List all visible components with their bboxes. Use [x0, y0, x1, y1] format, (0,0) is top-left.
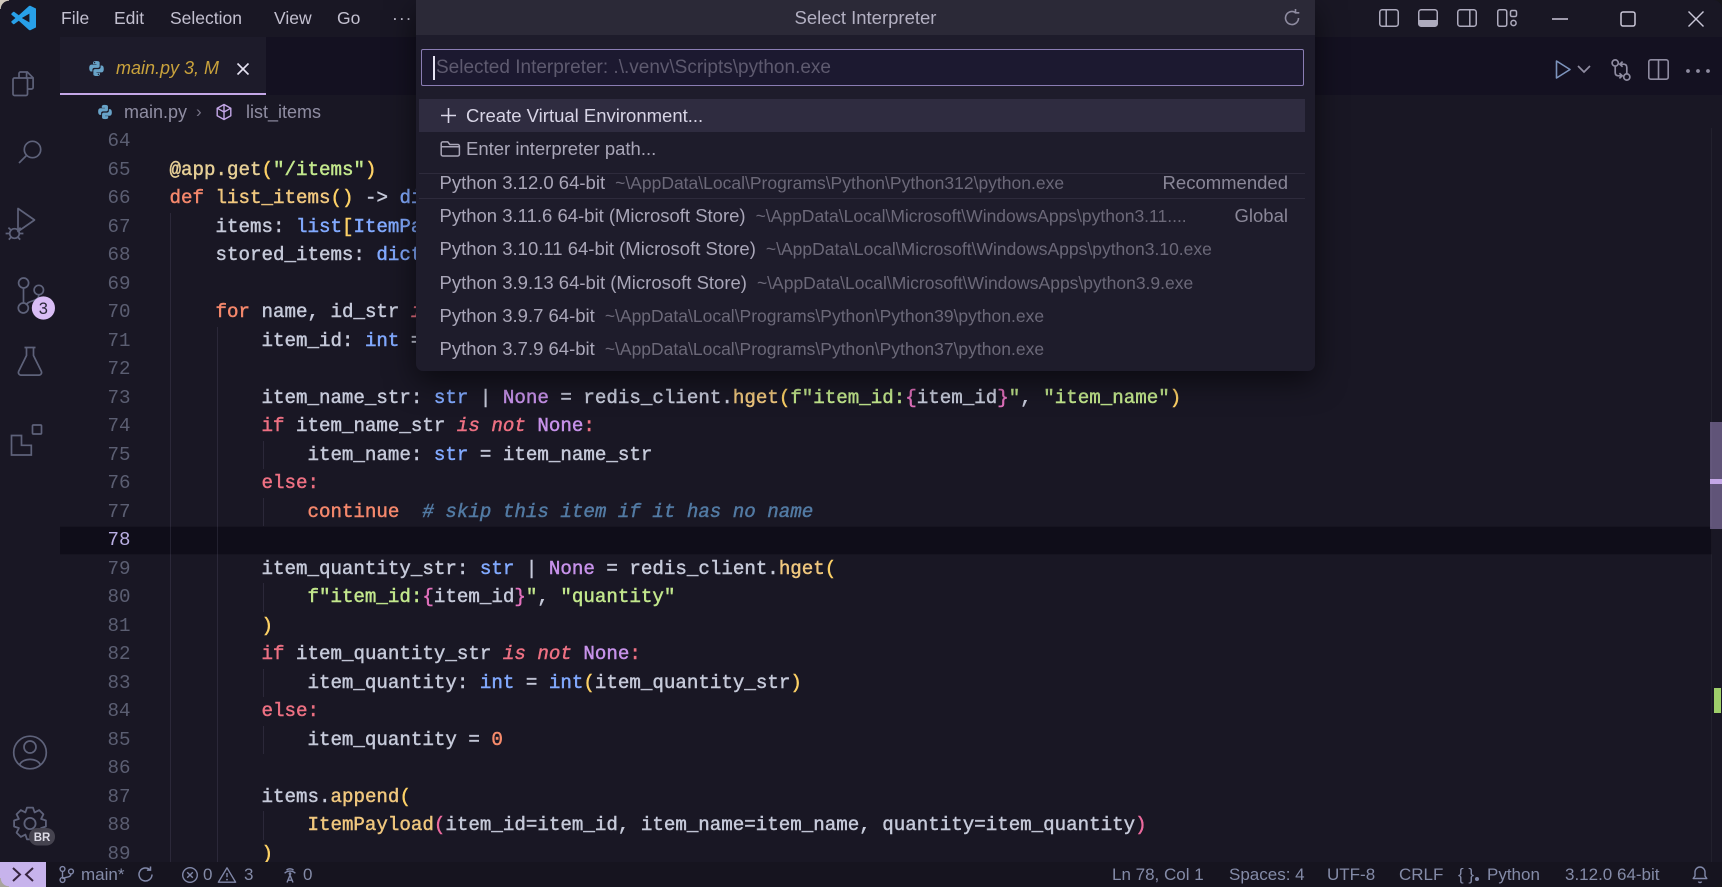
svg-text:3: 3 [39, 300, 48, 318]
svg-text:BR: BR [34, 832, 51, 844]
